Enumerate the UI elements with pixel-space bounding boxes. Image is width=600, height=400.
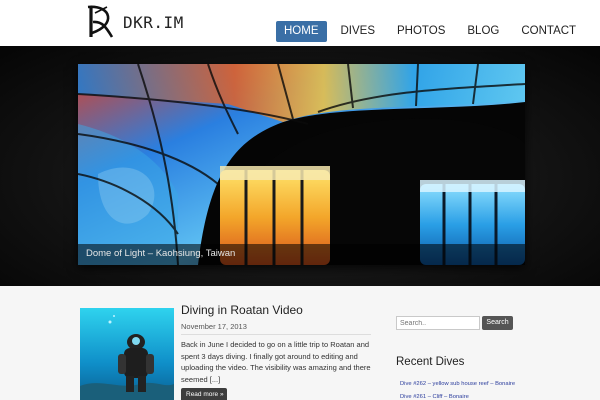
recent-dive-link[interactable]: Dive #261 – Cliff – Bonaire [400, 394, 469, 400]
post-date: November 17, 2013 [181, 322, 247, 331]
nav-photos[interactable]: PHOTOS [389, 21, 453, 42]
diver-image [80, 308, 174, 400]
main-nav: HOME DIVES PHOTOS BLOG CONTACT [276, 21, 584, 42]
search-input[interactable] [396, 316, 480, 330]
nav-home[interactable]: HOME [276, 21, 327, 42]
read-more-button[interactable]: Read more » [181, 388, 227, 400]
nav-dives[interactable]: DIVES [333, 21, 384, 42]
caption-bar: Dome of Light – Kaohsiung, Taiwan [78, 244, 525, 265]
list-item: Dive #261 – Cliff – Bonaire [400, 391, 515, 400]
logo-text: DKR.IM [123, 12, 184, 32]
recent-dives-list: Dive #262 – yellow sub house reef – Bona… [400, 378, 515, 400]
recent-dives-heading: Recent Dives [396, 356, 465, 368]
recent-dive-link[interactable]: Dive #262 – yellow sub house reef – Bona… [400, 381, 515, 387]
search-button[interactable]: Search [482, 316, 513, 330]
nav-contact[interactable]: CONTACT [513, 21, 584, 42]
list-item: Dive #262 – yellow sub house reef – Bona… [400, 378, 515, 391]
post-divider [181, 334, 371, 335]
site-header: DKR.IM HOME DIVES PHOTOS BLOG CONTACT [0, 0, 600, 46]
nav-blog[interactable]: BLOG [459, 21, 507, 42]
hero-banner: Dome of Light – Kaohsiung, Taiwan [0, 46, 600, 286]
slide-caption: Dome of Light – Kaohsiung, Taiwan [86, 248, 236, 259]
post-title-link[interactable]: Diving in Roatan Video [181, 303, 303, 317]
site-logo[interactable]: DKR.IM [82, 3, 184, 41]
hero-image [78, 64, 525, 265]
post-thumbnail[interactable] [80, 308, 174, 400]
post-excerpt: Back in June I decided to go on a little… [181, 340, 371, 384]
dkr-monogram-icon [87, 5, 114, 38]
hero-slide[interactable]: Dome of Light – Kaohsiung, Taiwan [78, 64, 525, 265]
main-content: Diving in Roatan Video November 17, 2013… [0, 286, 600, 400]
